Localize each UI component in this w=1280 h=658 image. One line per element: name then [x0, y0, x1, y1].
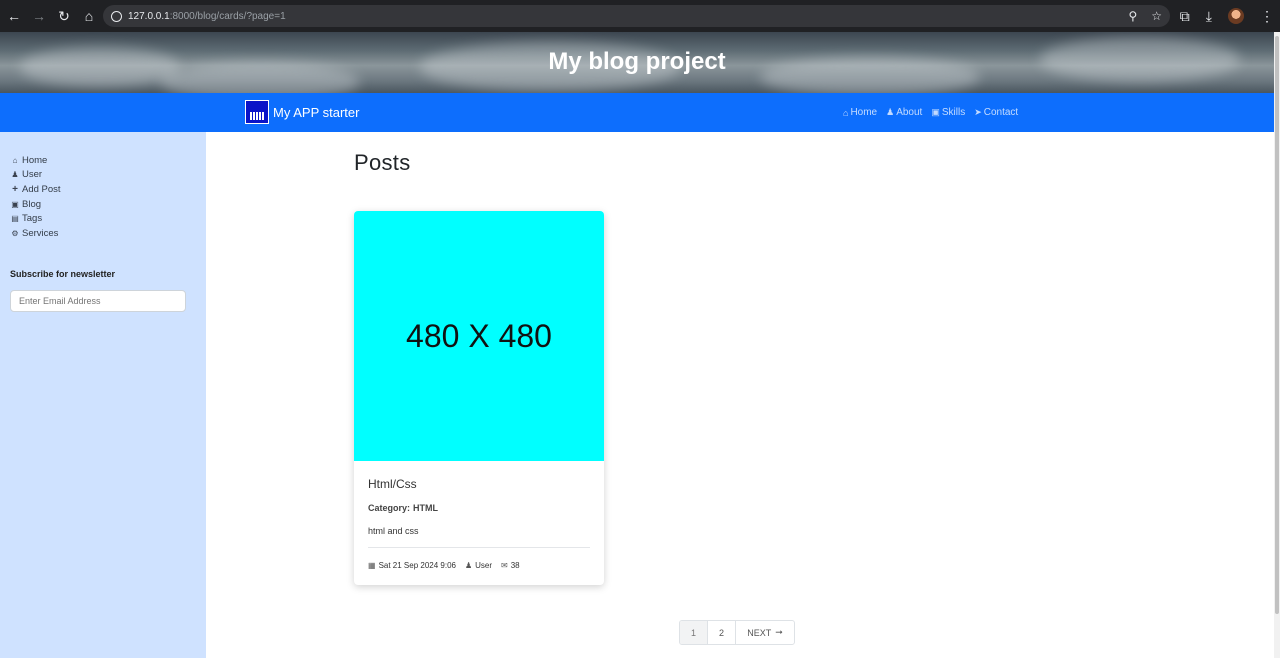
next-label: NEXT — [747, 627, 772, 638]
sidebar-item-services[interactable]: ⚙ Services — [10, 226, 61, 241]
post-comments-count: 38 — [510, 561, 520, 570]
briefcase-icon: ▤ — [11, 214, 19, 224]
nav-link-home[interactable]: ⌂ Home — [843, 107, 877, 118]
sidebar-item-label: User — [22, 169, 43, 181]
nav-link-label: Skills — [941, 107, 966, 118]
sidebar-item-home[interactable]: ⌂ Home — [10, 153, 61, 168]
post-author-text: User — [475, 561, 493, 570]
paper-plane-icon: ➤ — [974, 107, 982, 117]
calendar-icon: ▦ — [368, 561, 376, 570]
nav-link-label: Home — [850, 107, 878, 118]
brand-name: My APP starter — [273, 104, 360, 120]
sidebar: ⌂ Home ♟ User + Add Post ▣ Blog ▤ Tags ⚙ Servi… — [0, 132, 206, 658]
page-scrollbar[interactable] — [1274, 32, 1280, 658]
book-icon: ▣ — [11, 199, 19, 209]
home-icon: ⌂ — [843, 107, 849, 118]
pagination: 1 2 NEXT ➞ — [679, 620, 795, 645]
page-2-button[interactable]: 2 — [708, 621, 736, 644]
post-title[interactable]: Html/Css — [368, 477, 590, 491]
page-1-button[interactable]: 1 — [680, 621, 708, 644]
nav-link-about[interactable]: ♟ About — [886, 107, 922, 118]
nav-link-label: About — [896, 107, 923, 118]
plus-icon: + — [12, 183, 18, 195]
post-date-text: Sat 21 Sep 2024 9:06 — [378, 561, 456, 570]
home-icon: ⌂ — [12, 155, 18, 165]
newsletter-title: Subscribe for newsletter — [10, 269, 116, 279]
post-image-placeholder[interactable]: 480 X 480 — [354, 211, 604, 461]
sidebar-item-label: Home — [22, 154, 48, 166]
brand-link[interactable]: My APP starter — [245, 100, 359, 124]
hero-banner: My blog project — [0, 32, 1274, 93]
bookmark-star-icon[interactable]: ☆ — [1151, 9, 1162, 23]
page-title: Posts — [354, 150, 411, 175]
forward-button[interactable]: → — [27, 4, 51, 28]
user-icon: ♟ — [11, 170, 19, 180]
sidebar-item-label: Services — [22, 227, 59, 239]
nav-link-contact[interactable]: ➤ Contact — [974, 107, 1018, 118]
extensions-icon[interactable]: ⧉ — [1180, 8, 1190, 25]
url-host: 127.0.0.1 — [128, 10, 170, 22]
post-description: html and css — [368, 526, 419, 536]
browser-toolbar: ← → ↻ ⌂ 127.0.0.1:8000/blog/cards/?page=… — [0, 0, 1280, 32]
card-divider — [368, 547, 590, 548]
post-category: Category: HTML — [368, 503, 590, 513]
nav-links: ⌂ Home ♟ About ▣ Skills ➤ Contact — [843, 93, 1018, 132]
sidebar-item-blog[interactable]: ▣ Blog — [10, 197, 61, 212]
user-icon: ♟ — [886, 107, 895, 117]
sidebar-menu: ⌂ Home ♟ User + Add Post ▣ Blog ▤ Tags ⚙ Servi… — [10, 153, 61, 241]
sidebar-item-label: Tags — [22, 213, 43, 225]
sidebar-item-label: Add Post — [22, 183, 61, 195]
address-bar[interactable]: 127.0.0.1:8000/blog/cards/?page=1 ⚲ ☆ — [103, 5, 1170, 27]
category-label: Category: — [368, 503, 411, 513]
post-date: ▦ Sat 21 Sep 2024 9:06 — [368, 561, 456, 570]
site-title: My blog project — [548, 48, 726, 75]
profile-avatar[interactable] — [1228, 8, 1244, 24]
zoom-icon[interactable]: ⚲ — [1128, 9, 1137, 23]
top-navbar: My APP starter ⌂ Home ♟ About ▣ Skills ➤ Con… — [0, 93, 1274, 132]
post-meta: ▦ Sat 21 Sep 2024 9:06 ♟ User ✉ 38 — [368, 561, 590, 570]
next-page-button[interactable]: NEXT ➞ — [736, 621, 794, 644]
url-text[interactable]: 127.0.0.1:8000/blog/cards/?page=1 — [128, 11, 286, 22]
newsletter-email-input[interactable] — [10, 290, 186, 312]
sidebar-item-tags[interactable]: ▤ Tags — [10, 211, 61, 226]
user-icon: ♟ — [464, 561, 473, 570]
post-comments: ✉ 38 — [501, 561, 520, 570]
back-button[interactable]: ← — [2, 4, 26, 28]
reload-button[interactable]: ↻ — [52, 4, 76, 28]
post-author: ♟ User — [465, 561, 492, 570]
nav-link-skills[interactable]: ▣ Skills — [931, 107, 965, 118]
home-button[interactable]: ⌂ — [77, 4, 101, 28]
sidebar-item-user[interactable]: ♟ User — [10, 168, 61, 183]
site-info-icon[interactable] — [107, 7, 125, 25]
nav-link-label: Contact — [983, 107, 1019, 118]
brand-logo-icon — [245, 100, 269, 124]
url-path: :8000/blog/cards/?page=1 — [169, 10, 286, 22]
sidebar-item-add-post[interactable]: + Add Post — [10, 182, 61, 197]
download-icon[interactable]: ⤓ — [1206, 8, 1212, 25]
cogs-icon: ⚙ — [11, 228, 19, 238]
scrollbar-thumb[interactable] — [1275, 36, 1279, 614]
menu-kebab-icon[interactable]: ⋮ — [1260, 8, 1274, 25]
comments-icon: ✉ — [501, 561, 508, 570]
arrow-right-icon: ➞ — [775, 627, 783, 637]
book-icon: ▣ — [931, 107, 940, 117]
post-card[interactable]: 480 X 480 Html/Css Category: HTML html a… — [354, 211, 604, 585]
category-value[interactable]: HTML — [413, 503, 438, 513]
sidebar-item-label: Blog — [22, 198, 42, 210]
